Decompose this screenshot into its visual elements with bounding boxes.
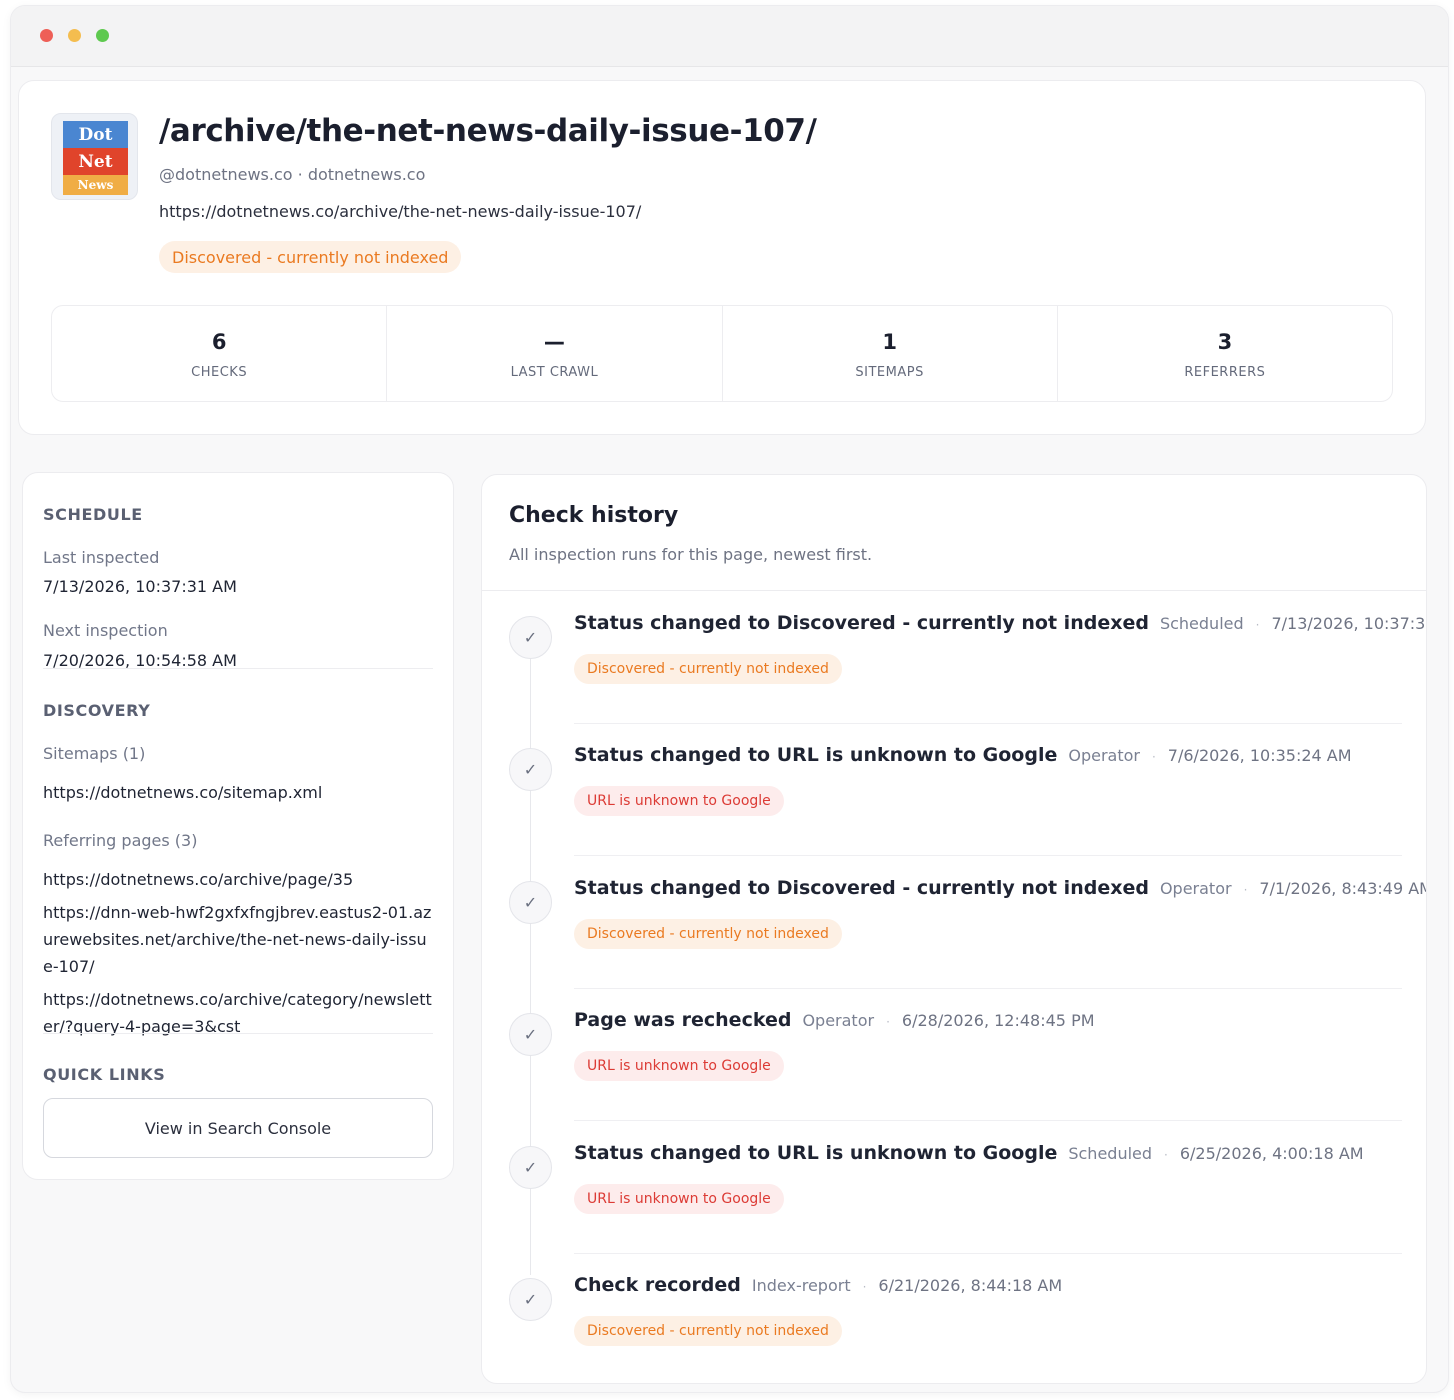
logo-line-3: News xyxy=(63,175,128,195)
entry-timestamp: 7/13/2026, 10:37:31 AM xyxy=(1271,614,1426,633)
entry-header: Check recorded Index-report · 6/21/2026, 8:… xyxy=(574,1274,1062,1296)
next-inspection-label: Next inspection xyxy=(43,621,168,640)
referrer-link[interactable]: https://dotnetnews.co/archive/page/35 xyxy=(43,866,435,893)
entry-header: Status changed to Discovered - currently… xyxy=(574,876,1427,899)
divider xyxy=(482,590,1426,591)
entry-status-badge: Discovered - currently not indexed xyxy=(574,1316,842,1346)
entry-header: Status changed to URL is unknown to Goog… xyxy=(574,1142,1364,1164)
separator-dot: · xyxy=(1164,1147,1168,1162)
separator-dot: · xyxy=(1151,750,1156,765)
stat-referrers: 3 REFERRERS xyxy=(1058,306,1392,401)
check-icon: ✓ xyxy=(509,880,552,924)
entry-actor: Scheduled xyxy=(1159,614,1244,633)
stat-sitemaps: 1 SITEMAPS xyxy=(723,306,1058,401)
stat-label: SITEMAPS xyxy=(855,365,924,380)
entry-header: Page was rechecked Operator · 6/28/2026, 12… xyxy=(574,1009,1095,1031)
check-history-card: Check history All inspection runs for th… xyxy=(481,474,1427,1384)
referrer-link[interactable]: https://dotnetnews.co/archive/category/n… xyxy=(43,986,435,1040)
entry-timestamp: 6/25/2026, 4:00:18 AM xyxy=(1179,1143,1364,1163)
schedule-heading: SCHEDULE xyxy=(43,505,143,524)
page-header-card: Dot Net News /archive/the-net-news-daily… xyxy=(18,80,1426,435)
check-icon: ✓ xyxy=(509,748,552,792)
separator-dot: · xyxy=(1243,882,1248,897)
stat-label: CHECKS xyxy=(191,365,248,380)
history-entry: ✓ Status changed to Discovered - currentl… xyxy=(482,857,1427,989)
check-icon: ✓ xyxy=(509,1145,552,1189)
logo-line-1: Dot xyxy=(63,121,128,148)
discovery-heading: DISCOVERY xyxy=(43,701,151,720)
history-entry: ✓ Page was rechecked Operator · 6/28/2026, 1… xyxy=(482,989,1426,1122)
minimize-window-button[interactable] xyxy=(68,29,81,42)
logo-line-2: Net xyxy=(63,148,128,175)
entry-status-badge: Discovered - currently not indexed xyxy=(574,654,842,684)
entry-timestamp: 6/28/2026, 12:48:45 PM xyxy=(901,1011,1095,1031)
entry-timestamp: 6/21/2026, 8:44:18 AM xyxy=(878,1276,1063,1295)
referrer-link[interactable]: https://dnn-web-hwf2gxfxfngjbrev.eastus2… xyxy=(43,899,435,980)
stat-value: 1 xyxy=(882,330,897,354)
stats-row: 6 CHECKS — LAST CRAWL 1 SITEMAPS 3 REFER… xyxy=(51,305,1393,402)
stat-value: 3 xyxy=(1217,330,1233,354)
stat-label: LAST CRAWL xyxy=(510,365,599,380)
entry-header: Status changed to URL is unknown to Goog… xyxy=(574,744,1352,766)
entry-title: Status changed to Discovered - currently… xyxy=(574,876,1149,899)
entry-timestamp: 7/6/2026, 10:35:24 AM xyxy=(1167,746,1352,766)
separator-dot: · xyxy=(886,1015,890,1030)
stat-value: — xyxy=(543,330,565,354)
separator-dot: · xyxy=(1255,618,1260,632)
view-in-search-console-button[interactable]: View in Search Console xyxy=(43,1098,433,1158)
entry-status-badge: URL is unknown to Google xyxy=(574,1183,784,1214)
separator-dot: · xyxy=(862,1280,867,1294)
sitemaps-label: Sitemaps (1) xyxy=(43,744,146,763)
entry-title: Check recorded xyxy=(574,1274,741,1296)
entry-actor: Operator xyxy=(802,1011,875,1031)
history-entry: ✓ Check recorded Index-report · 6/21/2026, 8… xyxy=(482,1254,1426,1383)
entry-title: Status changed to URL is unknown to Goog… xyxy=(574,1141,1058,1164)
status-badge: Discovered - currently not indexed xyxy=(159,241,462,273)
last-inspected-value: 7/13/2026, 10:37:31 AM xyxy=(43,577,237,596)
title-bar xyxy=(11,6,1448,67)
app-window: Dot Net News /archive/the-net-news-daily… xyxy=(11,6,1448,1392)
entry-title: Status changed to Discovered - currently… xyxy=(574,612,1149,634)
history-entry: ✓ Status changed to URL is unknown to Goo… xyxy=(482,1122,1426,1254)
history-entry: ✓ Status changed to URL is unknown to Goo… xyxy=(482,724,1426,857)
entry-status-badge: URL is unknown to Google xyxy=(574,786,784,817)
check-icon: ✓ xyxy=(509,1278,552,1321)
entry-status-badge: Discovered - currently not indexed xyxy=(574,918,842,949)
check-history-subtitle: All inspection runs for this page, newes… xyxy=(509,545,873,564)
stat-last-crawl: — LAST CRAWL xyxy=(387,306,723,401)
stat-checks: 6 CHECKS xyxy=(52,306,388,401)
site-logo: Dot Net News xyxy=(51,113,138,200)
page-title: /archive/the-net-news-daily-issue-107/ xyxy=(159,113,817,149)
quick-links-heading: QUICK LINKS xyxy=(43,1065,166,1084)
history-entry: ✓ Status changed to Discovered - currentl… xyxy=(482,592,1426,724)
sitemap-link[interactable]: https://dotnetnews.co/sitemap.xml xyxy=(43,779,435,806)
entry-actor: Scheduled xyxy=(1068,1143,1153,1163)
last-inspected-label: Last inspected xyxy=(43,548,160,567)
check-icon: ✓ xyxy=(509,1013,552,1057)
entry-timestamp: 7/1/2026, 8:43:49 AM xyxy=(1259,878,1427,898)
entry-actor: Index-report xyxy=(751,1276,851,1295)
referring-pages-label: Referring pages (3) xyxy=(43,831,198,850)
divider xyxy=(43,668,433,669)
entry-actor: Operator xyxy=(1068,746,1140,766)
stat-value: 6 xyxy=(211,330,227,354)
check-icon: ✓ xyxy=(509,616,552,659)
entry-header: Status changed to Discovered - currently… xyxy=(574,612,1426,634)
close-window-button[interactable] xyxy=(40,29,53,42)
entry-status-badge: URL is unknown to Google xyxy=(574,1051,784,1082)
check-history-title: Check history xyxy=(509,503,679,528)
page-url[interactable]: https://dotnetnews.co/archive/the-net-ne… xyxy=(159,202,641,221)
maximize-window-button[interactable] xyxy=(96,29,109,42)
details-sidebar: SCHEDULE Last inspected 7/13/2026, 10:37… xyxy=(22,472,454,1180)
entry-title: Status changed to URL is unknown to Goog… xyxy=(574,744,1058,767)
stat-label: REFERRERS xyxy=(1184,365,1266,380)
entry-actor: Operator xyxy=(1159,878,1232,898)
entry-title: Page was rechecked xyxy=(574,1009,792,1032)
site-handle: @dotnetnews.co · dotnetnews.co xyxy=(159,165,426,184)
divider xyxy=(43,1033,433,1034)
